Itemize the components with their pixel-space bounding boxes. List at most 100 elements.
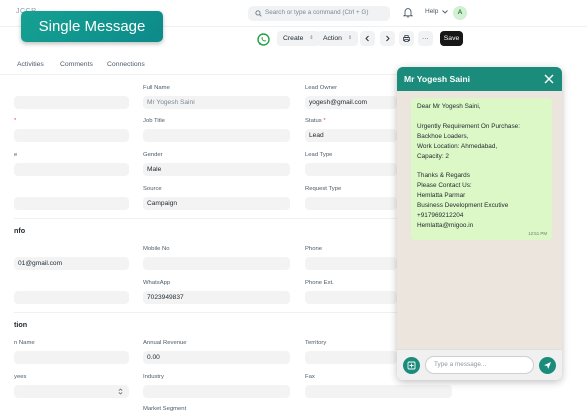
- organization-section-title: tion: [14, 320, 28, 329]
- avatar[interactable]: A: [453, 6, 467, 20]
- section-divider: [14, 312, 462, 313]
- mobile-field[interactable]: [143, 257, 290, 270]
- left-field-row7[interactable]: [14, 351, 129, 364]
- message-line: Capacity: 2: [417, 153, 449, 160]
- phone-field[interactable]: [305, 257, 397, 270]
- attach-icon: [407, 361, 416, 370]
- job-title-label: Job Title: [143, 118, 165, 124]
- phone-label: Phone: [305, 246, 323, 252]
- chevron-updown-icon: [118, 388, 123, 395]
- bell-icon[interactable]: [403, 7, 413, 18]
- more-button[interactable]: ···: [418, 31, 433, 46]
- previous-button[interactable]: [360, 31, 375, 46]
- source-label: Source: [143, 186, 162, 192]
- message-line: Please Contact Us:: [417, 182, 472, 189]
- request-type-label: Request Type: [305, 186, 342, 192]
- left-field-row3[interactable]: [14, 163, 129, 176]
- tab-activities[interactable]: Activities: [17, 61, 44, 68]
- tabs-divider: [0, 74, 462, 75]
- status-label: Status *: [305, 118, 326, 124]
- message-line: Hemlatta@migoo.in: [417, 222, 474, 229]
- contact-section-title: nfo: [14, 226, 26, 235]
- whatsapp-icon[interactable]: [256, 32, 271, 47]
- single-message-badge[interactable]: Single Message: [21, 11, 163, 42]
- lead-type-field[interactable]: [305, 163, 397, 176]
- territory-field[interactable]: [305, 351, 397, 364]
- chevron-right-icon: [386, 35, 390, 42]
- action-button[interactable]: Action ⇕: [317, 31, 359, 46]
- message-line: Dear Mr Yogesh Saini,: [417, 103, 481, 110]
- chat-footer: Type a message...: [397, 349, 562, 380]
- lead-owner-label: Lead Owner: [305, 85, 338, 91]
- chat-panel: Mr Yogesh Saini Dear Mr Yogesh Saini, Ur…: [397, 67, 562, 380]
- next-button[interactable]: [380, 31, 395, 46]
- message-time: 12:51 PM: [528, 231, 547, 236]
- message-line: Hemlatta Parmar: [417, 192, 466, 199]
- search-bar[interactable]: Search or type a command (Ctrl + G): [248, 6, 390, 21]
- left-field-row2[interactable]: [14, 129, 129, 142]
- create-label: Create: [283, 35, 304, 42]
- left-field-row1[interactable]: [14, 96, 129, 109]
- full-name-label: Full Name: [143, 85, 170, 91]
- left-label-row7: n Name: [14, 340, 35, 346]
- message-line: Work Location: Ahmedabad,: [417, 143, 498, 150]
- whatsapp-label: WhatsApp: [143, 280, 171, 286]
- print-button[interactable]: [399, 31, 414, 46]
- message-line: Business Development Excutive: [417, 202, 509, 209]
- message-line: Thanks & Regards: [417, 172, 470, 179]
- chevron-left-icon: [365, 35, 369, 42]
- full-name-field[interactable]: Mr Yogesh Saini: [143, 96, 290, 109]
- market-segment-label: Market Segment: [143, 406, 187, 412]
- annual-revenue-label: Annual Revenue: [143, 340, 187, 346]
- printer-icon: [403, 35, 410, 42]
- chevron-down-icon: [442, 10, 448, 14]
- send-button[interactable]: [539, 357, 556, 374]
- chat-header: Mr Yogesh Saini: [397, 67, 562, 91]
- save-button[interactable]: Save: [440, 31, 463, 46]
- tab-connections[interactable]: Connections: [107, 61, 145, 68]
- email-field[interactable]: 01@gmail.com: [14, 257, 129, 270]
- message-line: +917969212204: [417, 212, 464, 219]
- message-bubble: Dear Mr Yogesh Saini, Urgently Requireme…: [411, 98, 552, 240]
- chevron-updown-icon: ⇕: [347, 35, 353, 41]
- message-line: Urgently Requirement On Purchase:: [417, 123, 521, 130]
- industry-field[interactable]: [143, 385, 290, 398]
- fax-label: Fax: [305, 374, 315, 380]
- mobile-label: Mobile No: [143, 246, 170, 252]
- tab-comments[interactable]: Comments: [60, 61, 93, 68]
- industry-label: Industry: [143, 374, 164, 380]
- left-label-row3: e: [14, 152, 18, 158]
- request-type-field[interactable]: [305, 197, 397, 210]
- message-input[interactable]: Type a message...: [425, 356, 534, 374]
- section-divider: [14, 218, 462, 219]
- send-icon: [544, 362, 551, 369]
- lead-type-label: Lead Type: [305, 152, 333, 158]
- lead-owner-field[interactable]: yogesh@gmail.com: [305, 96, 397, 109]
- message-line: Backhoe Loaders,: [417, 133, 469, 140]
- status-select[interactable]: Lead: [305, 129, 397, 142]
- action-label: Action: [323, 35, 342, 42]
- close-icon[interactable]: [544, 74, 554, 84]
- chat-title: Mr Yogesh Saini: [404, 74, 471, 84]
- attach-button[interactable]: [403, 357, 420, 374]
- create-button[interactable]: Create ⇕: [277, 31, 320, 46]
- phone-ext-label: Phone Ext.: [305, 280, 334, 286]
- left-field-row4[interactable]: [14, 197, 129, 210]
- left-label-row2: *: [14, 118, 17, 124]
- search-icon: [255, 10, 262, 17]
- source-field[interactable]: Campaign: [143, 197, 290, 210]
- territory-label: Territory: [305, 340, 327, 346]
- job-title-field[interactable]: [143, 129, 290, 142]
- employees-select[interactable]: [14, 385, 129, 398]
- phone-ext-field[interactable]: [305, 291, 397, 304]
- annual-revenue-field[interactable]: 0.00: [143, 351, 290, 364]
- gender-field[interactable]: Male: [143, 163, 290, 176]
- help-menu[interactable]: Help: [425, 8, 438, 15]
- left-label-row8: yees: [14, 374, 27, 380]
- whatsapp-field[interactable]: 7023949837: [143, 291, 290, 304]
- gender-label: Gender: [143, 152, 163, 158]
- chevron-updown-icon: ⇕: [309, 35, 314, 41]
- left-field-row6[interactable]: [14, 291, 129, 304]
- search-placeholder: Search or type a command (Ctrl + G): [265, 9, 369, 16]
- fax-field[interactable]: [305, 385, 452, 398]
